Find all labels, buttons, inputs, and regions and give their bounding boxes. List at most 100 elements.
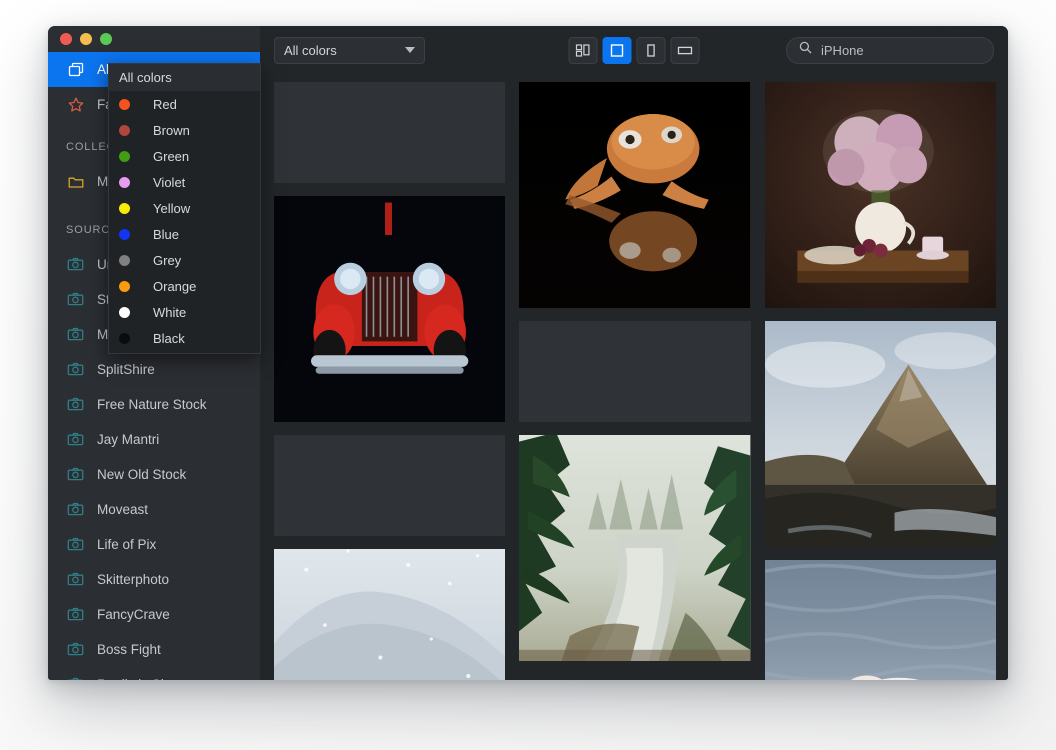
photo-grid[interactable] [260,74,1008,680]
sidebar-item-label: Moveast [97,502,149,517]
dropdown-option-grey[interactable]: Grey [109,247,260,273]
placeholder-tile[interactable] [274,82,506,183]
dropdown-option-label: Brown [153,122,190,138]
sidebar-item-source[interactable]: Jay Mantri [48,422,260,457]
photo-thumbnail [764,560,996,680]
photo-forest-road[interactable] [519,435,751,661]
photo-thumbnail [519,82,751,308]
dropdown-option-label: Red [153,96,177,112]
view-mode-grid-button[interactable] [568,36,598,64]
color-swatch-blue [119,228,130,240]
dropdown-option-label: Grey [153,252,182,268]
sidebar-item-label: Skitterphoto [97,572,170,587]
photo-thumbnail [274,196,506,422]
camera-icon [66,290,85,309]
view-mode-square-button[interactable] [602,36,632,64]
sidebar-item-source[interactable]: New Old Stock [48,457,260,492]
photo-flowers[interactable] [764,82,996,308]
sidebar-item-label: SplitShire [97,362,155,377]
camera-icon [66,395,85,414]
color-swatch-green [119,150,130,162]
dropdown-option-label: Violet [153,174,186,190]
dropdown-option-label: Orange [153,278,197,294]
camera-icon [66,640,85,659]
sidebar-item-label: Jay Mantri [97,432,160,447]
color-swatch-black [119,332,130,344]
color-swatch-grey [119,254,130,266]
search-input[interactable]: iPHone [821,43,864,58]
sidebar-item-source[interactable]: Free Nature Stock [48,387,260,422]
photo-thumbnail [764,321,996,547]
color-swatch-yellow [119,202,130,214]
dropdown-option-all-colors[interactable]: All colors [109,64,260,91]
camera-icon [66,500,85,519]
chevron-down-icon [405,47,415,53]
sidebar-item-label: Free Nature Stock [97,397,207,412]
sidebar-item-source[interactable]: Life of Pix [48,527,260,562]
sidebar-item-label: FancyCrave [97,607,170,622]
camera-icon [66,255,85,274]
camera-icon [66,430,85,449]
dropdown-option-red[interactable]: Red [109,91,260,117]
camera-icon [66,535,85,554]
color-filter-value: All colors [284,42,337,58]
photo-thumbnail [764,82,996,308]
star-icon [66,95,85,114]
camera-icon [66,570,85,589]
photo-gecko[interactable] [519,82,751,308]
placeholder-tile[interactable] [274,435,506,536]
dropdown-option-brown[interactable]: Brown [109,117,260,143]
dropdown-option-label: White [153,304,187,320]
dropdown-option-label: All colors [119,70,172,85]
sidebar-item-source[interactable]: Realistic Shots [48,667,260,680]
all-photos-icon [66,60,85,79]
dropdown-option-white[interactable]: White [109,299,260,325]
dropdown-option-label: Blue [153,226,180,242]
sidebar-item-label: Realistic Shots [97,677,246,680]
photo-red-car[interactable] [274,196,506,422]
color-swatch-white [119,306,130,318]
color-swatch-violet [119,176,130,188]
sidebar-item-label: Life of Pix [97,537,157,552]
color-filter-select[interactable]: All colors [274,36,425,64]
view-mode-portrait-button[interactable] [636,36,666,64]
photo-thumbnail [274,549,506,680]
sidebar-item-source[interactable]: Moveast [48,492,260,527]
sidebar-item-label: New Old Stock [97,467,187,482]
sidebar-item-label: Boss Fight [97,642,161,657]
camera-icon [66,360,85,379]
dropdown-option-green[interactable]: Green [109,143,260,169]
dropdown-option-black[interactable]: Black [109,325,260,351]
dropdown-option-yellow[interactable]: Yellow [109,195,260,221]
view-mode-landscape-button[interactable] [670,36,700,64]
toolbar: All colors iPHone [260,26,1008,74]
sidebar-item-source[interactable]: FancyCrave [48,597,260,632]
color-swatch-brown [119,124,130,136]
sidebar-item-source[interactable]: Skitterphoto [48,562,260,597]
view-mode-group [568,36,700,64]
dropdown-option-label: Black [153,330,185,346]
grid-column [764,82,996,680]
photo-snow-hill[interactable] [274,549,506,680]
minimize-button[interactable] [80,33,92,45]
photo-swan[interactable] [764,560,996,680]
dropdown-option-violet[interactable]: Violet [109,169,260,195]
zoom-button[interactable] [100,33,112,45]
camera-icon [66,675,85,680]
desktop-background: All Favorites 1 COLLECTIONS [0,0,1056,750]
close-button[interactable] [60,33,72,45]
content-area: All colors iPHone [260,26,1008,680]
color-filter-dropdown[interactable]: All colors Red Brown Green Violet Yellow Blue… [108,63,261,354]
search-field[interactable]: iPHone [786,36,994,64]
photo-mountain[interactable] [764,321,996,547]
color-swatch-red [119,98,130,110]
dropdown-option-blue[interactable]: Blue [109,221,260,247]
placeholder-tile[interactable] [519,321,751,422]
search-icon [799,41,812,59]
dropdown-option-orange[interactable]: Orange [109,273,260,299]
sidebar-item-source[interactable]: SplitShire [48,352,260,387]
sidebar-item-source[interactable]: Boss Fight [48,632,260,667]
dropdown-option-label: Green [153,148,190,164]
photo-app-window: All Favorites 1 COLLECTIONS [48,26,1008,680]
grid-column [519,82,751,680]
